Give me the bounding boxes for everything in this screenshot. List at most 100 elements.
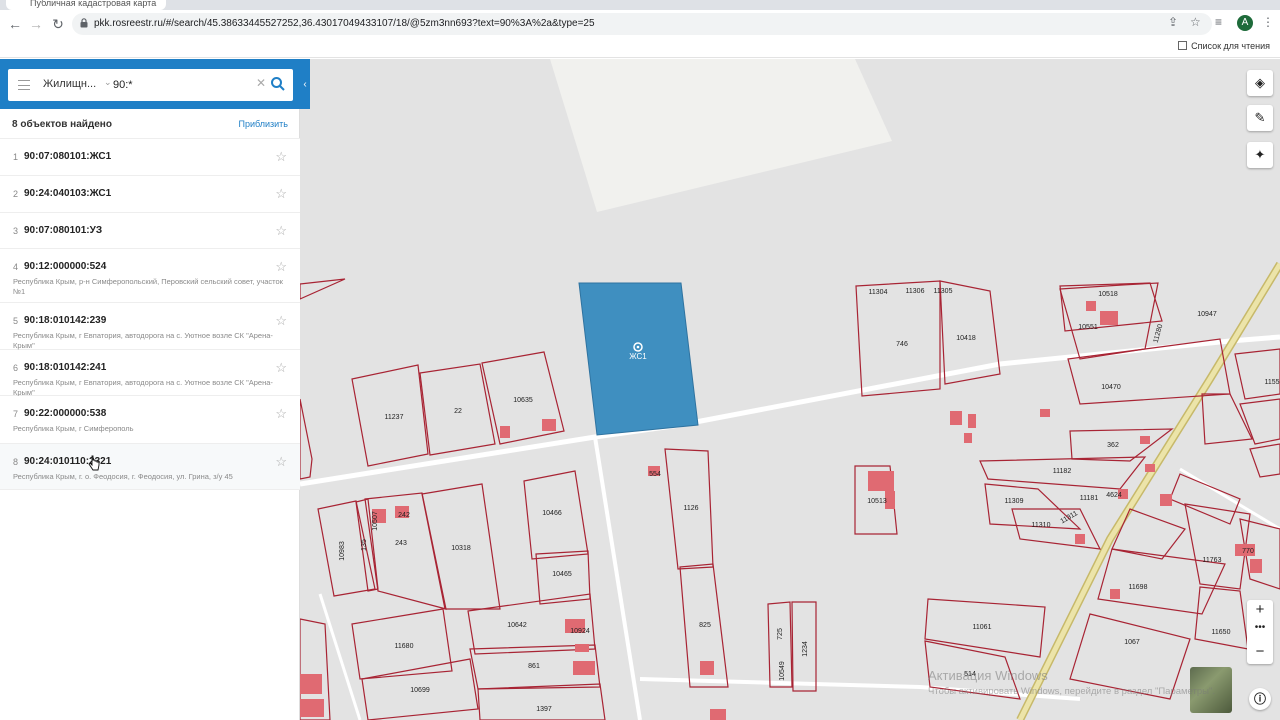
result-item[interactable]: 1 90:07:080101:ЖС1 ☆: [0, 139, 300, 176]
map-svg[interactable]: ЖС1 11304 11306 11305 746 10418 10518 10…: [300, 59, 1280, 720]
parcel[interactable]: [300, 278, 346, 300]
result-address: Республика Крым, г Евпатория, автодорога…: [13, 378, 273, 397]
parcel-label: 10418: [956, 335, 976, 342]
parcel[interactable]: [1069, 428, 1174, 462]
bookmarks-bar: Список для чтения: [0, 38, 1280, 58]
star-icon[interactable]: ☆: [275, 454, 287, 470]
result-title[interactable]: 90:24:040103:ЖС1: [24, 188, 111, 199]
parcel[interactable]: [477, 683, 606, 720]
search-sidebar: Жилищн... ⌄ ✕ ‹ 8 объектов найдено Прибл…: [0, 59, 310, 720]
parcel-label: 22: [454, 408, 462, 415]
parcel-label: 11304: [869, 289, 888, 296]
result-item[interactable]: 4 90:12:000000:524 Республика Крым, р-н …: [0, 249, 300, 303]
tab-strip: Публичная кадастровая карта: [0, 0, 1280, 10]
building: [300, 699, 324, 717]
reading-list-icon: [1178, 41, 1188, 50]
star-icon[interactable]: ☆: [275, 149, 287, 165]
result-item[interactable]: 2 90:24:040103:ЖС1 ☆: [0, 176, 300, 213]
parcel-label: 11680: [395, 643, 414, 650]
parcel-label: 11061: [973, 624, 992, 631]
star-icon[interactable]: ☆: [275, 360, 287, 376]
building: [964, 433, 972, 443]
highway: [1017, 262, 1280, 720]
result-title[interactable]: 90:18:010142:239: [24, 315, 106, 326]
parcel-label: 10549: [779, 661, 786, 681]
menu-icon[interactable]: ⋮: [1262, 15, 1274, 29]
chevron-down-icon[interactable]: ⌄: [104, 77, 112, 88]
parcel-label: 1397: [536, 706, 552, 713]
url-text[interactable]: pkk.rosreestr.ru/#/search/45.38633445527…: [94, 18, 595, 29]
star-icon[interactable]: ☆: [1190, 15, 1201, 29]
building: [968, 414, 976, 428]
lock-icon: [80, 18, 88, 28]
parcel-label: 10465: [552, 571, 572, 578]
parcel-label: 10470: [1101, 384, 1121, 391]
parcel[interactable]: [1011, 508, 1102, 550]
menu-icon[interactable]: [18, 80, 30, 90]
ruler-icon[interactable]: ✎: [1247, 105, 1273, 131]
parcel-label: 4624: [1106, 492, 1122, 499]
result-title[interactable]: 90:07:080101:УЗ: [24, 225, 102, 236]
result-item[interactable]: 5 90:18:010142:239 Республика Крым, г Ев…: [0, 303, 300, 350]
result-item[interactable]: 3 90:07:080101:УЗ ☆: [0, 213, 300, 249]
map-canvas[interactable]: ЖС1 11304 11306 11305 746 10418 10518 10…: [300, 59, 1280, 720]
search-input[interactable]: [113, 75, 253, 95]
parcel[interactable]: [1249, 443, 1280, 478]
avatar[interactable]: A: [1237, 15, 1253, 31]
browser-tab[interactable]: Публичная кадастровая карта: [6, 0, 166, 10]
result-title[interactable]: 90:12:000000:524: [24, 261, 106, 272]
road-side: [593, 436, 642, 720]
building: [300, 674, 322, 694]
parcel-label: 11280: [1153, 323, 1165, 343]
building: [1075, 534, 1085, 544]
selected-parcel-label: ЖС1: [629, 352, 647, 361]
star-icon[interactable]: ☆: [275, 259, 287, 275]
star-icon[interactable]: ☆: [275, 223, 287, 239]
zoom-to-results-link[interactable]: Приблизить: [239, 119, 289, 129]
parcel-label: 10318: [451, 545, 471, 552]
zoom-out-icon[interactable]: −: [1247, 642, 1273, 663]
building: [1145, 464, 1155, 472]
parcel[interactable]: [1201, 393, 1253, 445]
building: [573, 661, 595, 675]
search-icon[interactable]: [270, 76, 286, 92]
address-bar[interactable]: pkk.rosreestr.ru/#/search/45.38633445527…: [72, 13, 1212, 35]
locate-icon[interactable]: ✦: [1247, 142, 1273, 168]
result-item[interactable]: 6 90:18:010142:241 Республика Крым, г Ев…: [0, 350, 300, 397]
result-title[interactable]: 90:22:000000:538: [24, 408, 106, 419]
results-header: 8 объектов найдено Приблизить: [0, 109, 300, 139]
pointer-cursor-icon: [88, 455, 100, 471]
parcel-label: 11310: [1032, 522, 1051, 529]
result-number: 8: [13, 457, 19, 467]
back-arrow-icon[interactable]: ←: [6, 15, 24, 33]
result-title[interactable]: 90:18:010142:241: [24, 362, 106, 373]
parcel-label: 1126: [683, 505, 698, 512]
parcel-label: 135: [361, 539, 368, 551]
reading-list-button[interactable]: Список для чтения: [1178, 41, 1270, 51]
parcel[interactable]: [300, 398, 313, 480]
reading-list-icon[interactable]: ≡: [1215, 15, 1222, 29]
parcel-label: 746: [896, 341, 908, 348]
result-title[interactable]: 90:07:080101:ЖС1: [24, 151, 111, 162]
info-icon[interactable]: ⓘ: [1249, 688, 1271, 710]
zoom-in-icon[interactable]: +: [1247, 600, 1273, 621]
parcel-label: 1067: [1124, 639, 1140, 646]
parcel-label: 362: [1107, 442, 1119, 449]
forward-arrow-icon[interactable]: →: [27, 15, 45, 33]
building: [1100, 311, 1118, 325]
result-item[interactable]: 8 90:24:010110:2321 Республика Крым, г. …: [0, 444, 300, 490]
object-type-select[interactable]: Жилищн...: [43, 78, 96, 90]
result-item[interactable]: 7 90:22:000000:538 Республика Крым, г Си…: [0, 396, 300, 444]
layers-icon[interactable]: ◈: [1247, 70, 1273, 96]
result-number: 1: [13, 152, 19, 162]
star-icon[interactable]: ☆: [275, 406, 287, 422]
parcel[interactable]: [1239, 398, 1280, 445]
parcel[interactable]: [1234, 348, 1280, 400]
star-icon[interactable]: ☆: [275, 313, 287, 329]
parcel[interactable]: [1194, 586, 1249, 650]
reload-icon[interactable]: ↻: [49, 15, 67, 33]
collapse-icon[interactable]: ‹: [300, 69, 310, 101]
share-icon[interactable]: ⇪: [1168, 15, 1178, 29]
star-icon[interactable]: ☆: [275, 186, 287, 202]
clear-icon[interactable]: ✕: [256, 76, 266, 90]
